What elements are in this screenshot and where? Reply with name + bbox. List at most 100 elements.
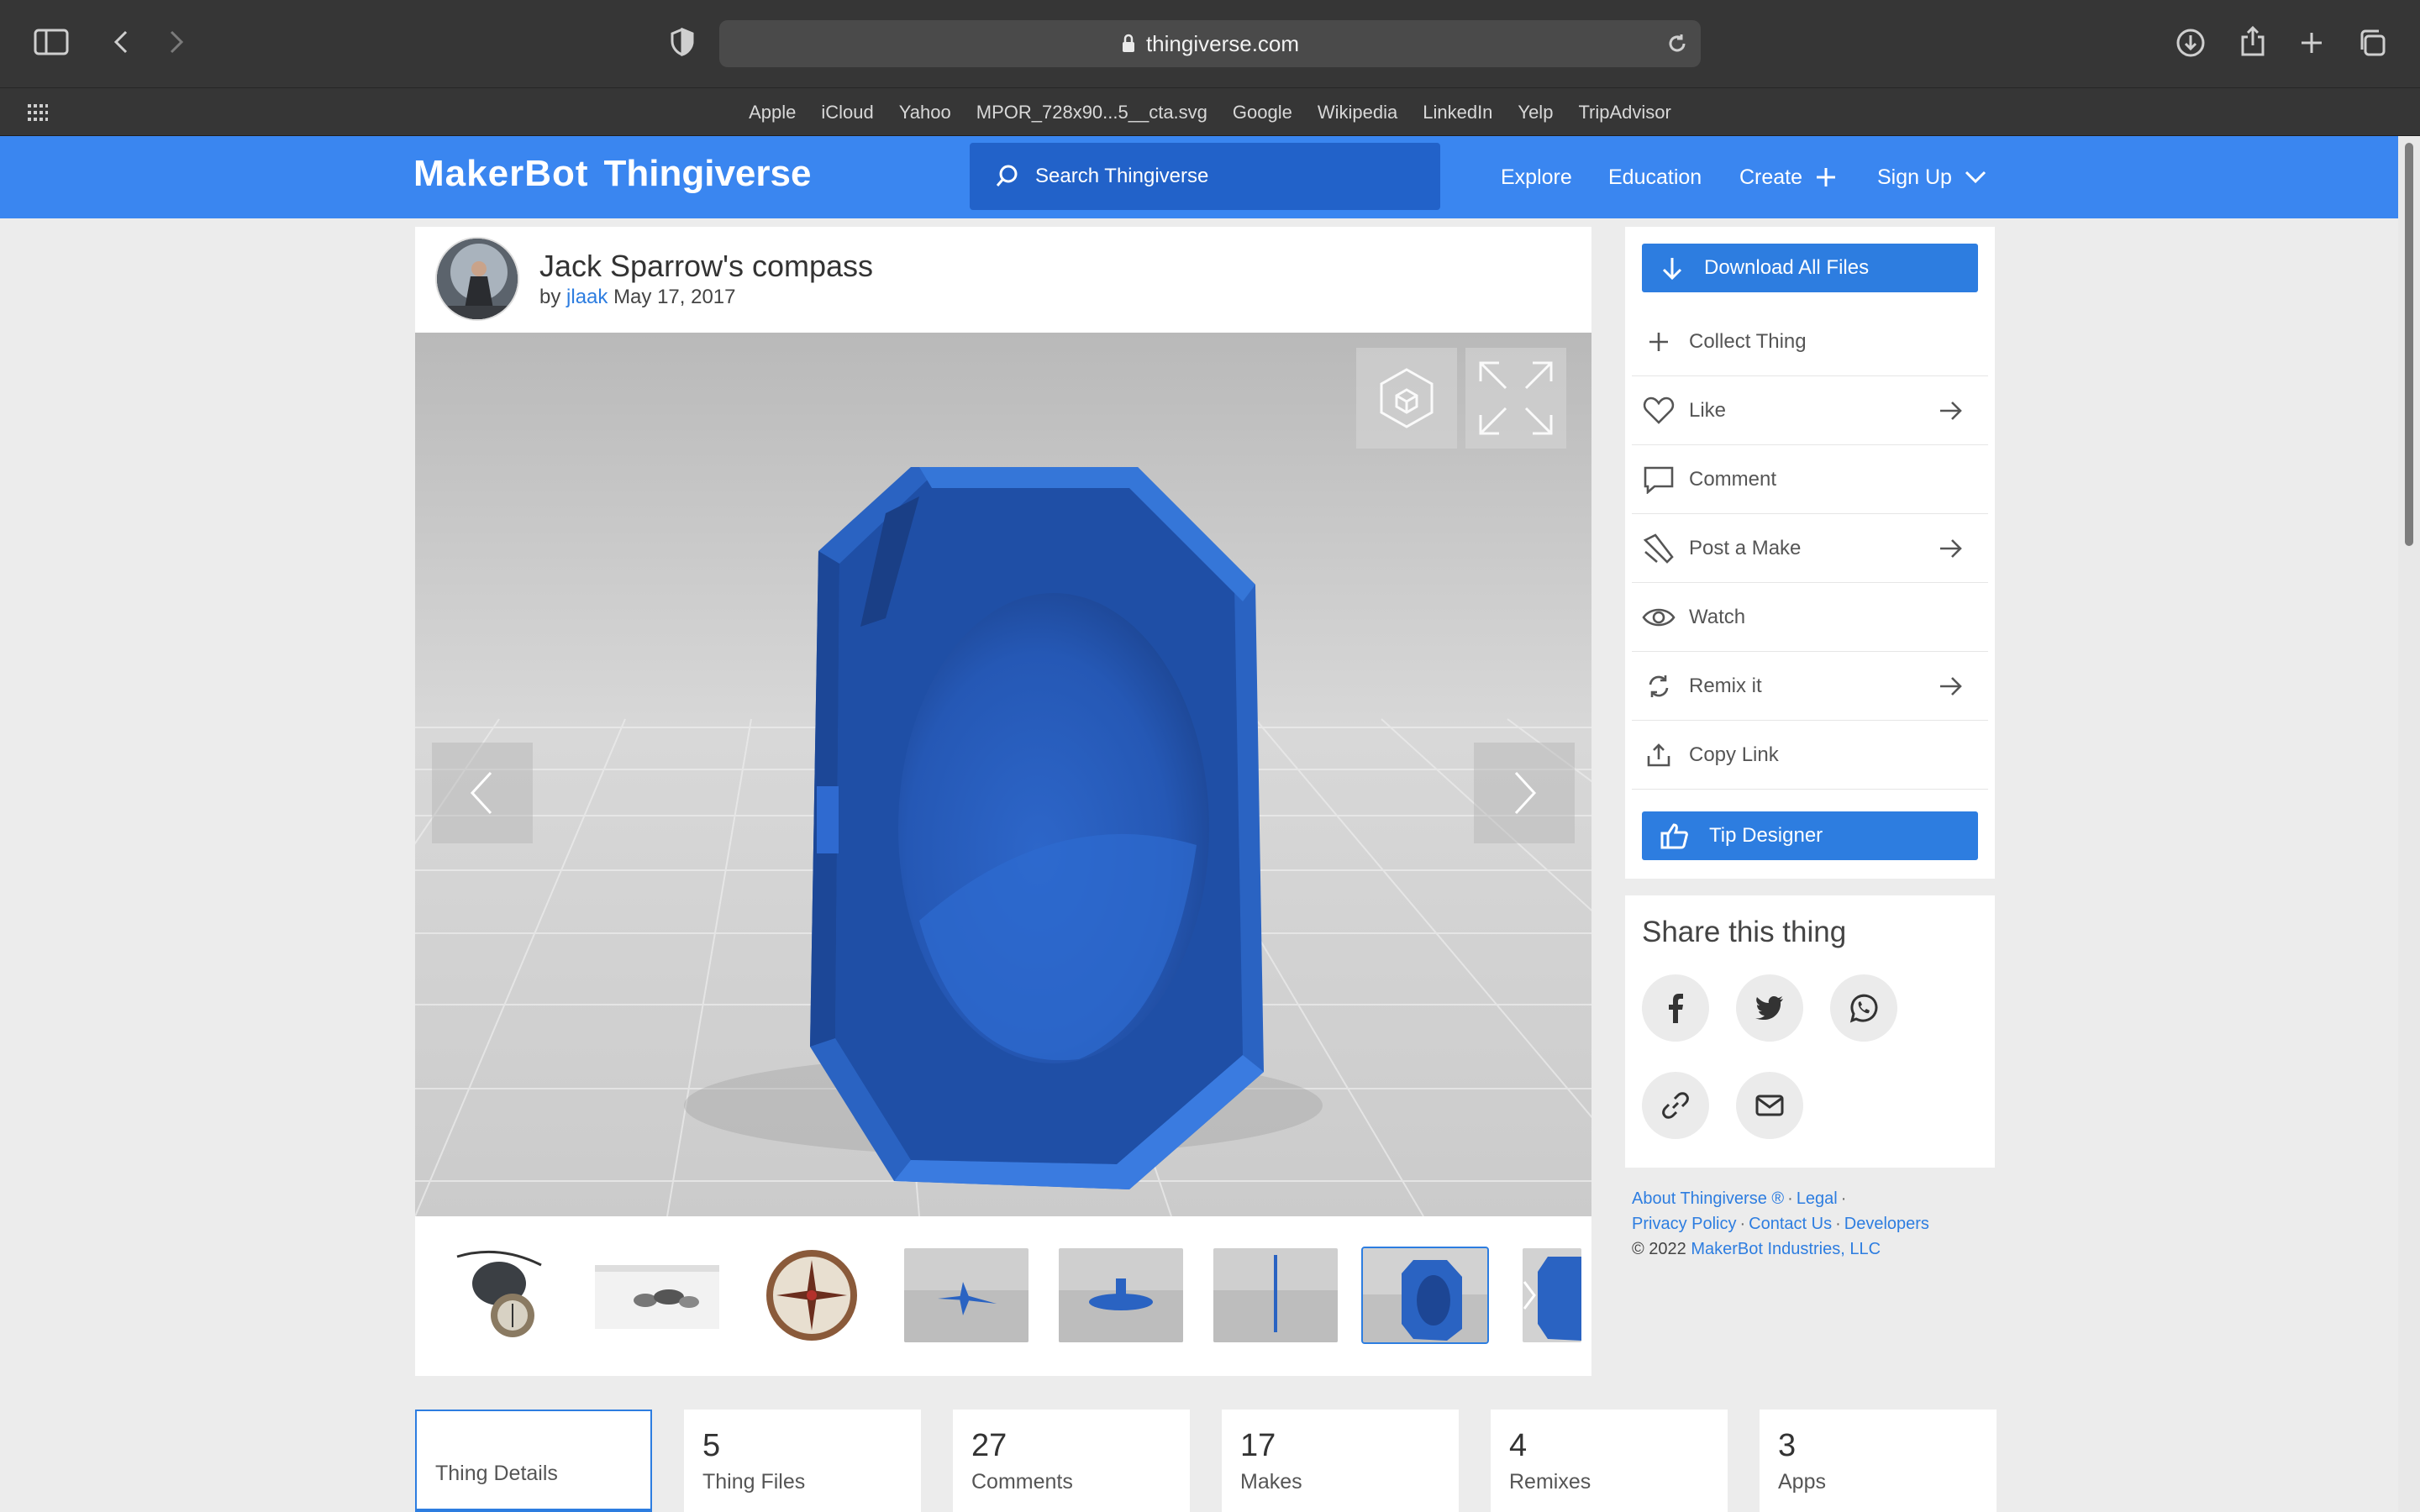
email-share-button[interactable] (1736, 1072, 1803, 1139)
make-tool-icon (1642, 532, 1676, 565)
reload-icon[interactable] (1662, 29, 1692, 59)
sidebar-toggle-icon[interactable] (30, 25, 72, 59)
back-icon[interactable] (104, 25, 138, 59)
bookmark-icloud[interactable]: iCloud (818, 102, 876, 123)
tab-remixes[interactable]: 4 Remixes (1491, 1410, 1728, 1512)
tab-apps[interactable]: 3 Apps (1760, 1410, 1996, 1512)
prev-image-button[interactable] (432, 743, 533, 843)
tip-designer-button[interactable]: Tip Designer (1642, 811, 1978, 860)
search-input[interactable]: Search Thingiverse (970, 143, 1440, 210)
tab-overview-icon[interactable] (2354, 25, 2390, 60)
share-icon[interactable] (2235, 24, 2270, 59)
fullscreen-button[interactable] (1465, 348, 1566, 449)
footer-links: About Thingiverse ® · Legal · Privacy Polic… (1632, 1189, 1929, 1258)
bookmark-google[interactable]: Google (1229, 102, 1296, 123)
download-all-files-button[interactable]: Download All Files (1642, 244, 1978, 292)
model-viewer[interactable] (415, 333, 1591, 1216)
privacy-link[interactable]: Privacy Policy (1632, 1215, 1736, 1233)
copyright-text: © 2022 (1632, 1240, 1686, 1258)
tab-label: Apps (1778, 1470, 1826, 1494)
thumbs-up-icon (1660, 823, 1688, 849)
company-link[interactable]: MakerBot Industries, LLC (1691, 1240, 1881, 1258)
url-bar[interactable]: thingiverse.com (719, 20, 1701, 67)
bookmark-apple[interactable]: Apple (745, 102, 799, 123)
downloads-icon[interactable] (2173, 25, 2208, 60)
remix-icon (1642, 669, 1676, 703)
nav-create-label: Create (1739, 165, 1803, 189)
search-icon (996, 165, 1018, 186)
bookmark-yahoo[interactable]: Yahoo (896, 102, 955, 123)
thumbnail-5[interactable] (1059, 1248, 1183, 1342)
arrow-down-icon (1662, 258, 1682, 281)
thumbnail-6[interactable] (1213, 1248, 1338, 1342)
thumbnail-4[interactable] (904, 1248, 1028, 1342)
bookmark-tripadvisor[interactable]: TripAdvisor (1575, 102, 1674, 123)
copy-link-share-button[interactable] (1642, 1072, 1709, 1139)
twitter-share-button[interactable] (1736, 974, 1803, 1042)
thing-date: May 17, 2017 (613, 286, 736, 308)
contact-link[interactable]: Contact Us (1749, 1215, 1832, 1233)
nav-education[interactable]: Education (1608, 136, 1702, 218)
privacy-shield-icon[interactable] (666, 25, 699, 59)
like-label: Like (1689, 398, 1727, 422)
post-a-make-button[interactable]: Post a Make (1632, 514, 1988, 583)
thumbnail-8[interactable] (1523, 1248, 1581, 1342)
plus-icon (1817, 168, 1836, 186)
tab-thing-files[interactable]: 5 Thing Files (684, 1410, 921, 1512)
expand-icon (1479, 361, 1553, 435)
share-title: Share this thing (1642, 916, 1847, 948)
browser-chrome: thingiverse.com Apple iCloud Yahoo MPOR_… (0, 0, 2420, 136)
tip-label: Tip Designer (1709, 824, 1823, 847)
avatar[interactable] (435, 237, 519, 321)
comment-button[interactable]: Comment (1632, 445, 1988, 514)
facebook-share-button[interactable] (1642, 974, 1709, 1042)
thumbnail-7-selected[interactable] (1361, 1247, 1489, 1344)
arrow-right-icon (1938, 536, 1963, 567)
tab-label: Remixes (1509, 1470, 1591, 1494)
bookmark-mpor[interactable]: MPOR_728x90...5__cta.svg (973, 102, 1211, 123)
thumbnail-2[interactable] (595, 1248, 719, 1342)
bookmarks-bar: Apple iCloud Yahoo MPOR_728x90...5__cta.… (0, 87, 2420, 136)
bookmarks-list: Apple iCloud Yahoo MPOR_728x90...5__cta.… (0, 88, 2420, 137)
nav-create[interactable]: Create (1739, 136, 1838, 218)
upload-share-icon (1642, 738, 1676, 772)
thing-title: Jack Sparrow's compass (539, 249, 874, 283)
like-button[interactable]: Like (1632, 376, 1988, 445)
copy-link-button[interactable]: Copy Link (1632, 721, 1988, 790)
page-scrollbar-thumb[interactable] (2405, 143, 2413, 546)
forward-icon[interactable] (160, 25, 193, 59)
thumbnail-3[interactable] (750, 1248, 874, 1342)
legal-link[interactable]: Legal (1797, 1189, 1838, 1208)
whatsapp-share-button[interactable] (1830, 974, 1897, 1042)
collect-label: Collect Thing (1689, 329, 1807, 353)
collect-thing-button[interactable]: Collect Thing (1632, 307, 1988, 376)
watch-button[interactable]: Watch (1632, 583, 1988, 652)
tab-label: Thing Files (702, 1470, 806, 1494)
3d-view-button[interactable] (1356, 348, 1457, 449)
tab-count: 27 (971, 1428, 1007, 1463)
remix-it-button[interactable]: Remix it (1632, 652, 1988, 721)
tab-thing-details[interactable]: Thing Details (415, 1410, 652, 1512)
browser-toolbar: thingiverse.com (0, 0, 2420, 86)
new-tab-icon[interactable] (2294, 25, 2329, 60)
heart-icon (1642, 394, 1676, 428)
about-link[interactable]: About Thingiverse ® (1632, 1189, 1784, 1208)
tab-count: 17 (1240, 1428, 1276, 1463)
next-image-button[interactable] (1474, 743, 1575, 843)
eye-icon (1642, 601, 1676, 634)
tab-label: Thing Details (435, 1462, 558, 1485)
bookmark-yelp[interactable]: Yelp (1514, 102, 1556, 123)
nav-signup[interactable]: Sign Up (1877, 136, 1987, 218)
thumbnail-1[interactable] (440, 1248, 565, 1342)
tab-comments[interactable]: 27 Comments (953, 1410, 1190, 1512)
bookmark-linkedin[interactable]: LinkedIn (1419, 102, 1496, 123)
tab-count: 5 (702, 1428, 721, 1463)
nav-explore[interactable]: Explore (1501, 136, 1572, 218)
tab-makes[interactable]: 17 Makes (1222, 1410, 1459, 1512)
share-card: Share this thing (1625, 895, 1995, 1168)
tab-count: 4 (1509, 1428, 1528, 1463)
bookmark-wikipedia[interactable]: Wikipedia (1314, 102, 1401, 123)
author-link[interactable]: jlaak (566, 286, 608, 308)
developers-link[interactable]: Developers (1844, 1215, 1929, 1233)
thingiverse-logo[interactable]: MakerBot Thingiverse (413, 153, 811, 195)
